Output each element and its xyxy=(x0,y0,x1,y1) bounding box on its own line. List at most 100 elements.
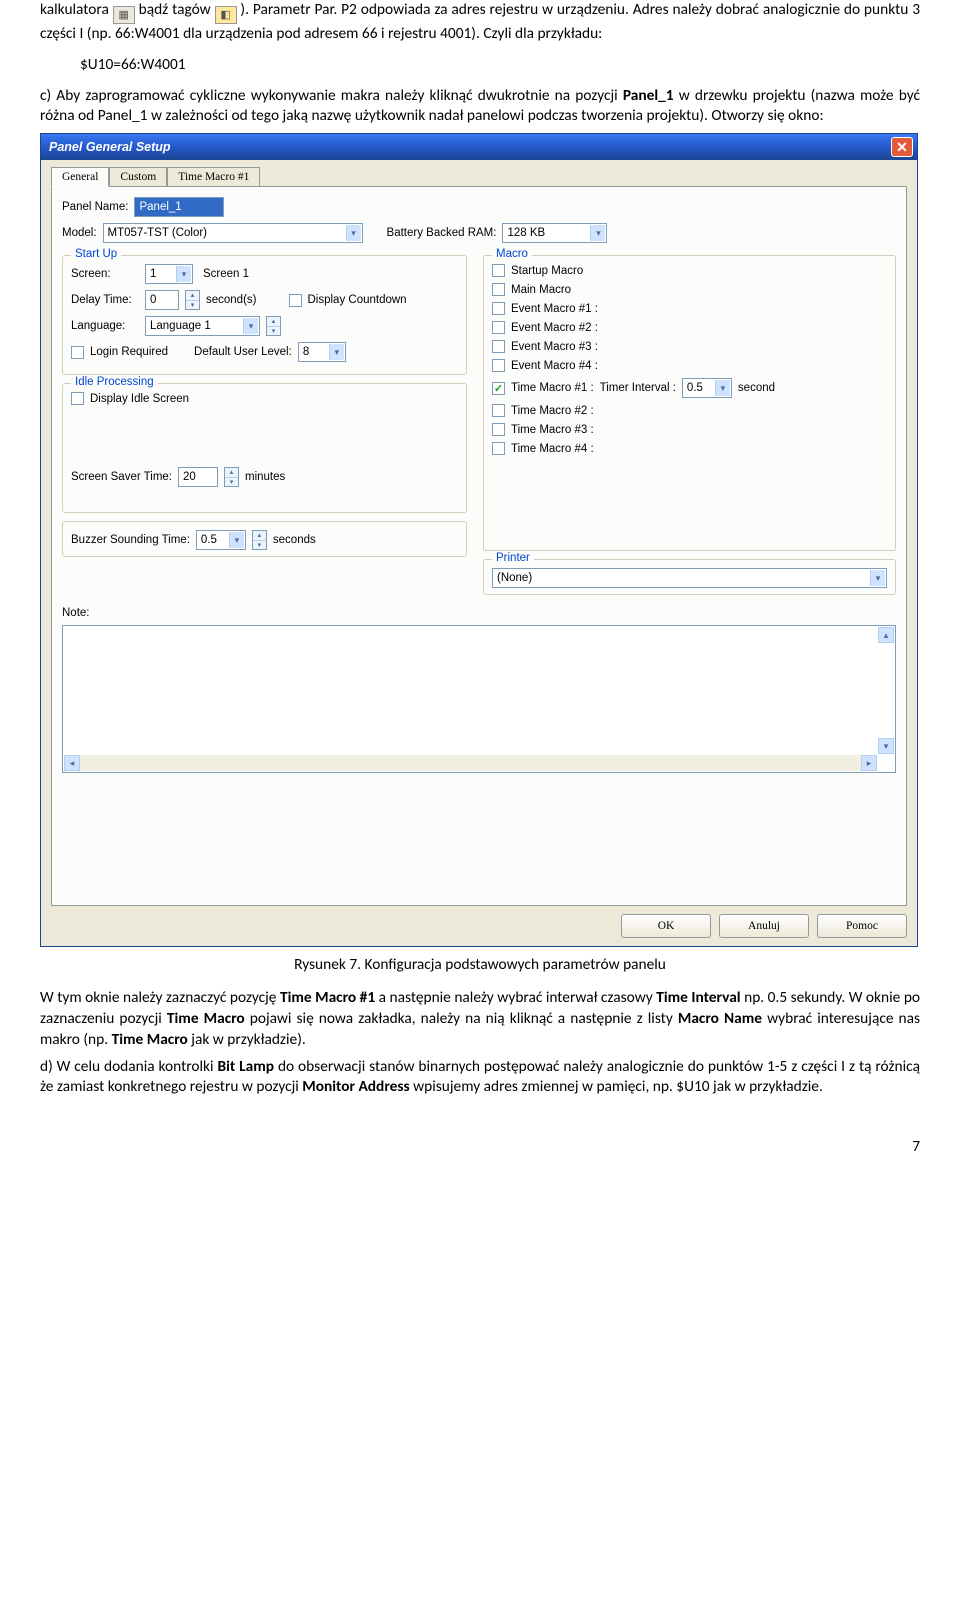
display-countdown-checkbox[interactable] xyxy=(289,294,302,307)
delay-value-input[interactable]: 0 xyxy=(145,290,179,310)
timer-interval-dropdown[interactable]: 0.5 ▾ xyxy=(682,378,732,398)
startup-macro-checkbox[interactable] xyxy=(492,264,505,277)
printer-value: (None) xyxy=(497,572,532,584)
help-button[interactable]: Pomoc xyxy=(817,914,907,938)
display-idle-label: Display Idle Screen xyxy=(90,393,189,405)
login-required-label: Login Required xyxy=(90,346,168,358)
scroll-right-icon[interactable]: ▸ xyxy=(861,755,877,771)
battery-dropdown[interactable]: 128 KB ▾ xyxy=(502,223,607,243)
event-macro-2-checkbox[interactable] xyxy=(492,321,505,334)
macro-group: Macro Startup Macro Main Macro Event Mac… xyxy=(483,255,896,551)
main-macro-checkbox[interactable] xyxy=(492,283,505,296)
scroll-up-icon[interactable]: ▴ xyxy=(878,627,894,643)
chevron-down-icon: ▾ xyxy=(243,318,258,334)
language-value: Language 1 xyxy=(150,320,211,332)
display-countdown-label: Display Countdown xyxy=(308,294,407,306)
buzzer-label: Buzzer Sounding Time: xyxy=(71,534,190,546)
model-value: MT057-TST (Color) xyxy=(108,227,207,239)
timer-interval-unit: second xyxy=(738,382,775,394)
chevron-down-icon: ▾ xyxy=(329,344,344,360)
language-spinner[interactable]: ▴▾ xyxy=(266,316,281,336)
text-frag: wpisujemy adres zmiennej w pamięci, np. … xyxy=(413,1077,823,1096)
screen-num-dropdown[interactable]: 1 ▾ xyxy=(145,264,193,284)
chevron-down-icon: ▾ xyxy=(346,225,361,241)
screen-saver-spinner[interactable]: ▴▾ xyxy=(224,467,239,487)
tag-icon: ◧ xyxy=(215,6,237,24)
chevron-down-icon: ▾ xyxy=(715,380,730,396)
close-button[interactable]: ✕ xyxy=(891,137,913,157)
time-macro-3-checkbox[interactable] xyxy=(492,423,505,436)
start-up-group: Start Up Screen: 1 ▾ Screen 1 Delay xyxy=(62,255,467,375)
startup-macro-label: Startup Macro xyxy=(511,265,583,277)
chevron-down-icon: ▾ xyxy=(229,532,244,548)
ok-button[interactable]: OK xyxy=(621,914,711,938)
delay-spinner[interactable]: ▴▾ xyxy=(185,290,200,310)
battery-value: 128 KB xyxy=(507,227,545,239)
tab-general[interactable]: General xyxy=(51,167,109,187)
printer-dropdown[interactable]: (None) ▾ xyxy=(492,568,887,588)
buzzer-spinner[interactable]: ▴▾ xyxy=(252,530,267,550)
scroll-down-icon[interactable]: ▾ xyxy=(878,738,894,754)
text-frag: pojawi się nowa zakładka, należy na nią … xyxy=(250,1009,678,1028)
text-frag: bądź tagów xyxy=(139,0,215,19)
note-textarea[interactable]: ▴ ▾ ◂ ▸ xyxy=(62,625,896,773)
figure-caption: Rysunek 7. Konfiguracja podstawowych par… xyxy=(40,955,920,974)
text-frag: jak w przykładzie). xyxy=(191,1030,305,1049)
tab-custom[interactable]: Custom xyxy=(109,167,167,187)
page-number: 7 xyxy=(40,1138,920,1156)
login-required-checkbox[interactable] xyxy=(71,346,84,359)
time-macro-2-checkbox[interactable] xyxy=(492,404,505,417)
buzzer-group: Buzzer Sounding Time: 0.5 ▾ ▴▾ seconds xyxy=(62,521,467,557)
screen-name: Screen 1 xyxy=(199,264,349,284)
event-macro-3-checkbox[interactable] xyxy=(492,340,505,353)
doc-paragraph-3: W tym oknie należy zaznaczyć pozycję Tim… xyxy=(40,988,920,1050)
chevron-down-icon: ▾ xyxy=(590,225,605,241)
model-dropdown[interactable]: MT057-TST (Color) ▾ xyxy=(103,223,363,243)
doc-paragraph-2: c) Aby zaprogramować cykliczne wykonywan… xyxy=(40,86,920,128)
idle-processing-group: Idle Processing Display Idle Screen Scre… xyxy=(62,383,467,513)
time-macro-2-label: Time Macro #2 : xyxy=(511,405,594,417)
language-dropdown[interactable]: Language 1 ▾ xyxy=(145,316,260,336)
dialog-title: Panel General Setup xyxy=(49,140,171,154)
event-macro-4-checkbox[interactable] xyxy=(492,359,505,372)
default-user-level-dropdown[interactable]: 8 ▾ xyxy=(298,342,346,362)
text-bold: Bit Lamp xyxy=(217,1057,274,1076)
event-macro-2-label: Event Macro #2 : xyxy=(511,322,598,334)
macro-legend: Macro xyxy=(492,248,532,260)
buzzer-unit: seconds xyxy=(273,534,316,546)
chevron-down-icon: ▾ xyxy=(870,570,885,586)
time-macro-1-checkbox[interactable]: ✓ xyxy=(492,382,505,395)
delay-unit: second(s) xyxy=(206,294,257,306)
screen-saver-label: Screen Saver Time: xyxy=(71,471,172,483)
dialog-titlebar[interactable]: Panel General Setup ✕ xyxy=(41,134,917,160)
chevron-up-icon: ▴ xyxy=(253,531,266,541)
screen-saver-value[interactable]: 20 xyxy=(178,467,218,487)
buzzer-dropdown[interactable]: 0.5 ▾ xyxy=(196,530,246,550)
delay-label: Delay Time: xyxy=(71,294,139,306)
chevron-down-icon: ▾ xyxy=(186,301,199,310)
panel-name-field[interactable]: Panel_1 xyxy=(134,197,224,217)
panel-name-value: Panel_1 xyxy=(139,201,181,213)
text-bold: Monitor Address xyxy=(302,1077,409,1096)
scroll-left-icon[interactable]: ◂ xyxy=(64,755,80,771)
chevron-up-icon: ▴ xyxy=(186,291,199,301)
chevron-up-icon: ▴ xyxy=(225,468,238,478)
dialog-button-row: OK Anuluj Pomoc xyxy=(51,914,907,938)
doc-paragraph-4: d) W celu dodania kontrolki Bit Lamp do … xyxy=(40,1057,920,1099)
calculator-icon: ▦ xyxy=(113,6,135,24)
chevron-down-icon: ▾ xyxy=(176,266,191,282)
code-example: $U10=66:W4001 xyxy=(40,55,920,76)
time-macro-1-label: Time Macro #1 : xyxy=(511,382,594,394)
text-bold: Macro Name xyxy=(678,1009,762,1028)
time-macro-4-checkbox[interactable] xyxy=(492,442,505,455)
event-macro-1-checkbox[interactable] xyxy=(492,302,505,315)
panel-general-setup-dialog: Panel General Setup ✕ General Custom Tim… xyxy=(40,133,918,947)
text-bold: Time Interval xyxy=(656,988,740,1007)
panel-name-label: Panel Name: xyxy=(62,201,128,213)
start-up-legend: Start Up xyxy=(71,248,121,260)
tab-time-macro-1[interactable]: Time Macro #1 xyxy=(167,167,260,187)
text-bold: Time Macro #1 xyxy=(280,988,375,1007)
display-idle-checkbox[interactable] xyxy=(71,392,84,405)
cancel-button[interactable]: Anuluj xyxy=(719,914,809,938)
tab-strip: General Custom Time Macro #1 xyxy=(51,166,907,186)
